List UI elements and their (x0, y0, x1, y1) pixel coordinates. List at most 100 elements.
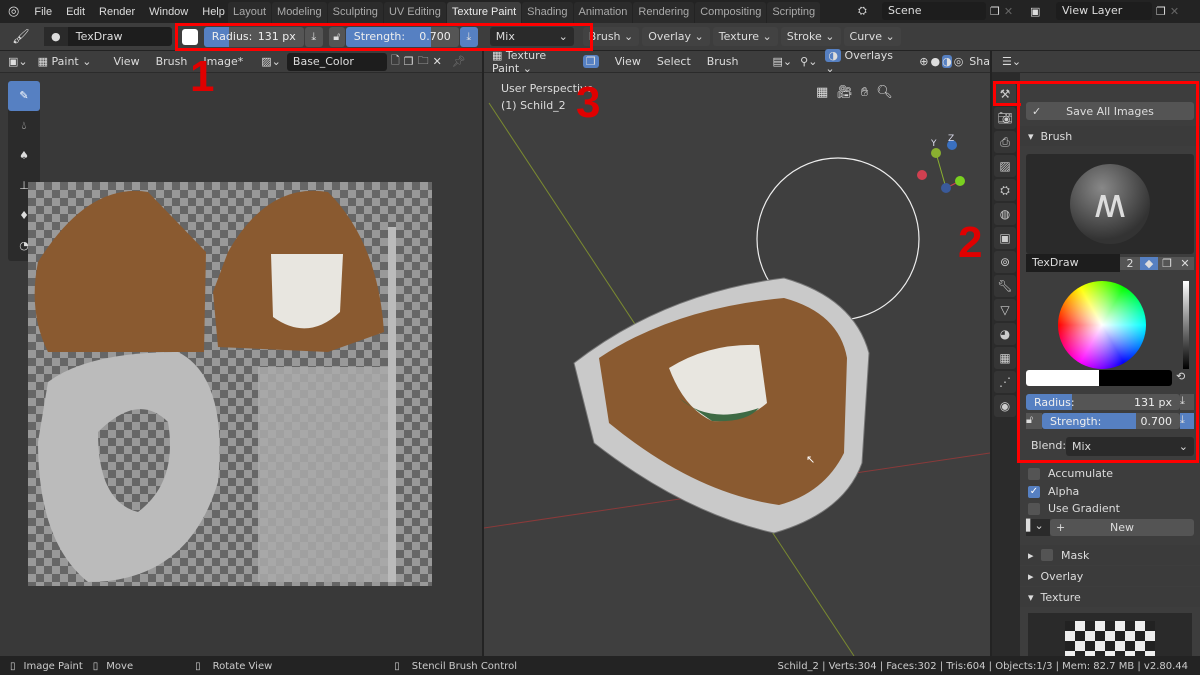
copy-scene-icon[interactable]: ❐ (990, 5, 1000, 18)
overlay-panel-header[interactable]: ▸ Overlay (1020, 566, 1200, 586)
remove-view-layer-icon[interactable]: ✕ (1170, 5, 1179, 18)
texture-image[interactable] (28, 182, 432, 586)
curve-menu[interactable]: Curve ⌄ (843, 27, 901, 46)
tab-animation[interactable]: Animation (573, 2, 633, 23)
image-name-field[interactable]: Base_Color (286, 52, 387, 71)
image-browse-icon[interactable]: ▨⌄ (261, 55, 281, 68)
new-texture-button[interactable]: + New (1050, 519, 1194, 536)
overlays-dropdown[interactable]: ◑ Overlays ⌄ (825, 48, 895, 75)
overlay-menu[interactable]: Overlay ⌄ (642, 27, 710, 46)
shading-menu[interactable]: Sha (969, 55, 990, 68)
image-editor: ▣⌄ ▦ Paint ⌄ View Brush Image* ▨⌄ Base_C… (0, 51, 482, 656)
cursor-icon: ↖ (806, 453, 815, 466)
unlink-image-icon[interactable]: ✕ (433, 55, 442, 68)
mask-panel-header[interactable]: ▸ Mask (1020, 545, 1200, 565)
solid-shading-icon[interactable]: ● (930, 55, 940, 68)
smear-icon[interactable]: ♠ (8, 141, 40, 171)
menu-help[interactable]: Help (195, 6, 232, 18)
tab-scripting[interactable]: Scripting (767, 2, 821, 23)
gizmo-toggle-icon[interactable]: ⚲⌄ (800, 55, 817, 68)
blender-logo-icon[interactable]: ◎ (0, 4, 27, 19)
wireframe-shading-icon[interactable]: ⊕ (919, 55, 928, 68)
menu-render[interactable]: Render (92, 6, 142, 18)
texture-preview[interactable] (1028, 613, 1192, 656)
tab-object-icon[interactable]: ▣ (994, 227, 1016, 249)
rendered-shading-icon[interactable]: ◎ (954, 55, 964, 68)
scene-icon[interactable]: ⛭ (858, 4, 882, 18)
new-image-icon[interactable]: 🗋 (391, 52, 400, 71)
copy-view-layer-icon[interactable]: ❐ (1156, 5, 1166, 18)
tab-compositing[interactable]: Compositing (695, 2, 767, 23)
scene-field[interactable]: Scene (882, 2, 986, 20)
mask-texture-browse-icon[interactable]: ▌⌄ (1026, 519, 1050, 536)
accumulate-checkbox[interactable]: Accumulate (1028, 465, 1120, 483)
material-shading-icon[interactable]: ◑ (942, 55, 952, 68)
hint-image-paint: Image Paint (23, 660, 83, 672)
alpha-checkbox[interactable]: ✓ Alpha (1028, 483, 1120, 501)
remove-scene-icon[interactable]: ✕ (1004, 5, 1013, 18)
editor-type-icon[interactable]: ▣⌄ (8, 55, 28, 68)
editor-type-icon[interactable]: ☰⌄ (1002, 55, 1021, 68)
brush-tool-icon[interactable]: 🖌 (12, 29, 30, 45)
tab-world-icon[interactable]: ◍ (994, 203, 1016, 225)
menu-view[interactable]: View (105, 55, 147, 68)
tab-modeling[interactable]: Modeling (272, 2, 327, 23)
3d-viewport: ▦ Texture Paint ⌄ ❐ View Select Brush ▤⌄… (484, 48, 990, 656)
use-gradient-checkbox[interactable]: Use Gradient (1028, 500, 1120, 518)
tab-texture-icon[interactable]: ▦ (994, 347, 1016, 369)
tab-texture-paint[interactable]: Texture Paint (446, 2, 522, 23)
view-layer-field[interactable]: View Layer (1056, 2, 1152, 20)
tab-rendering[interactable]: Rendering (633, 2, 695, 23)
menu-edit[interactable]: Edit (59, 6, 92, 18)
menu-file[interactable]: File (27, 6, 59, 18)
image-editor-header: ▣⌄ ▦ Paint ⌄ View Brush Image* ▨⌄ Base_C… (0, 51, 482, 73)
tab-data-icon[interactable]: ▽ (994, 299, 1016, 321)
viewport-mode-dropdown[interactable]: ▦ Texture Paint ⌄ (492, 49, 577, 75)
tab-physics-icon[interactable]: ⋰ (994, 371, 1016, 393)
stroke-menu[interactable]: Stroke ⌄ (780, 27, 841, 46)
annotation-box-2-tab (993, 81, 1021, 106)
xray-toggle-icon[interactable]: ❐ (582, 55, 599, 68)
brush-name-field[interactable]: TexDraw (68, 30, 123, 43)
mode-dropdown[interactable]: ▦ Paint ⌄ (38, 55, 92, 68)
tab-sculpting[interactable]: Sculpting (327, 2, 383, 23)
tab-render-icon[interactable]: 📷︎ (994, 107, 1016, 129)
hint-rotate-view: Rotate View (212, 660, 273, 672)
menu-select[interactable]: Select (649, 55, 699, 68)
brush-preview-icon[interactable]: ● (43, 27, 68, 46)
gizmo-z: Z (948, 134, 954, 144)
annotation-2: 2 (958, 218, 983, 267)
tab-modifiers-icon[interactable]: 🔧︎ (994, 275, 1016, 297)
status-bar: ▯ Image Paint ▯ Move ▯ Rotate View ▯ Ste… (0, 657, 1200, 675)
view-layer-icon[interactable]: ▣ (1030, 5, 1056, 18)
pin-icon[interactable]: 📌︎ (452, 55, 466, 68)
copy-image-icon[interactable]: ❐ (404, 55, 414, 68)
tab-layout[interactable]: Layout (228, 2, 272, 23)
menu-window[interactable]: Window (142, 6, 195, 18)
scene-statistics: Schild_2 | Verts:304 | Faces:302 | Tris:… (777, 660, 1188, 672)
menu-view[interactable]: View (607, 55, 649, 68)
tab-view-layer-icon[interactable]: ▨ (994, 155, 1016, 177)
tool-header-right (992, 23, 1200, 50)
tab-output-icon[interactable]: ⎙ (994, 131, 1016, 153)
viewport-scene[interactable]: ↖ Y Z (484, 73, 990, 656)
tab-shading[interactable]: Shading (522, 2, 573, 23)
soften-icon[interactable]: 💧︎ (8, 111, 40, 141)
properties-tabs: ⚒ 📷︎ ⎙ ▨ ⛭ ◍ ▣ ⊚ 🔧︎ ▽ ◕ ▦ ⋰ ◉ (994, 81, 1018, 419)
brush-icon[interactable]: ✎ (8, 81, 40, 111)
mouse-right-icon: ▯ (195, 660, 201, 672)
annotation-1: 1 (190, 52, 215, 101)
tab-uv-editing[interactable]: UV Editing (383, 2, 446, 23)
tab-constraints-icon[interactable]: ⊚ (994, 251, 1016, 273)
viewport-shading-menu-icon[interactable]: ▤⌄ (773, 55, 793, 68)
menu-brush[interactable]: Brush (699, 55, 747, 68)
texture-menu[interactable]: Texture ⌄ (712, 27, 778, 46)
texture-panel-header[interactable]: ▾ Texture (1020, 587, 1200, 607)
tab-scene-icon[interactable]: ⛭ (994, 179, 1016, 201)
menu-brush[interactable]: Brush (148, 55, 196, 68)
tab-constraint-icon[interactable]: ◉ (994, 395, 1016, 417)
open-image-icon[interactable]: 🗀 (418, 52, 429, 71)
tab-material-icon[interactable]: ◕ (994, 323, 1016, 345)
gizmo-y: Y (930, 139, 937, 149)
hint-move: Move (106, 660, 134, 672)
